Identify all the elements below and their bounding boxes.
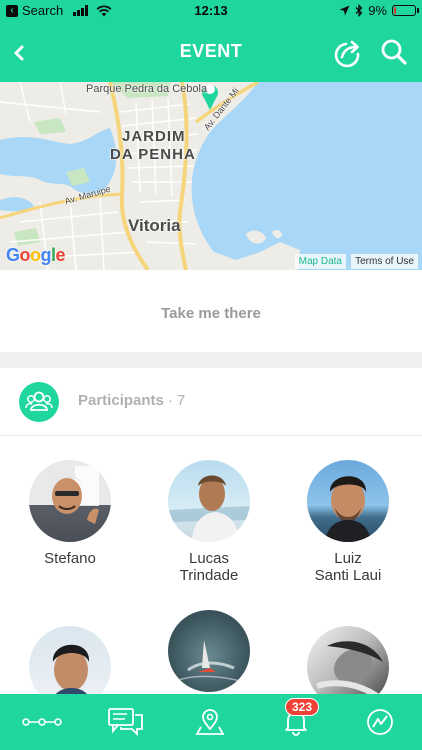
map-pin-icon (195, 709, 225, 735)
participants-label: Participants (78, 392, 164, 409)
avatar (307, 460, 389, 542)
tab-bar (0, 694, 422, 750)
participant-item[interactable]: Luiz Santi Laui (288, 460, 408, 584)
participant-item[interactable]: Lucas Trindade (149, 460, 269, 584)
timeline-icon (22, 718, 62, 726)
notification-badge: 323 (285, 698, 320, 716)
participant-name-line1: Stefano (44, 550, 96, 567)
section-divider (0, 352, 422, 368)
bluetooth-icon (355, 4, 363, 17)
participants-title: Participants · 7 (78, 392, 185, 409)
map-graphic (0, 82, 300, 270)
participants-separator: · (167, 392, 173, 409)
map-label-district-1: JARDIM (122, 128, 186, 145)
tab-timeline[interactable] (22, 706, 62, 738)
participants-header[interactable]: Participants · 7 (0, 368, 422, 436)
status-bar: ‹ Search 12:13 9% (0, 0, 422, 22)
event-map[interactable]: Parque Pedra da Cebola JARDIM DA PENHA A… (0, 82, 422, 270)
participant-name-line2: Santi Laui (314, 567, 382, 584)
google-logo: Google (6, 245, 66, 265)
participant-name: Lucas Trindade (149, 550, 269, 584)
participant-name-line2: Trindade (179, 567, 239, 584)
participants-group-icon (19, 382, 59, 422)
take-me-there-button[interactable]: Take me there (0, 270, 422, 352)
participant-name-line1: Lucas (188, 550, 230, 567)
chat-icon (108, 708, 143, 737)
participant-item[interactable]: Stefano (10, 460, 130, 567)
participant-name-line1: Luiz (334, 550, 362, 567)
participants-count: 7 (176, 392, 186, 409)
battery-icon (392, 5, 419, 16)
avatar (29, 460, 111, 542)
location-arrow-icon (339, 5, 350, 16)
map-label-district-2: DA PENHA (110, 146, 196, 163)
terms-of-use-link[interactable]: Terms of Use (351, 254, 418, 269)
tab-map[interactable] (190, 706, 230, 738)
map-label-park: Parque Pedra da Cebola (86, 83, 208, 95)
avatar (168, 460, 250, 542)
status-right: 9% (339, 3, 419, 18)
tab-messages[interactable] (106, 706, 146, 738)
tab-activity[interactable] (360, 706, 400, 738)
avatar (168, 610, 250, 692)
map-label-city: Vitoria (128, 216, 181, 235)
nav-bar: EVENT (0, 22, 422, 82)
participant-name: Luiz Santi Laui (288, 550, 408, 584)
share-icon[interactable] (332, 38, 364, 68)
participant-item[interactable] (149, 610, 269, 700)
activity-icon (367, 709, 393, 735)
participant-name: Stefano (10, 550, 130, 567)
map-data-link[interactable]: Map Data (294, 254, 346, 269)
battery-percent: 9% (368, 3, 387, 18)
search-icon[interactable] (380, 38, 408, 66)
battery-level-fill (394, 7, 396, 14)
